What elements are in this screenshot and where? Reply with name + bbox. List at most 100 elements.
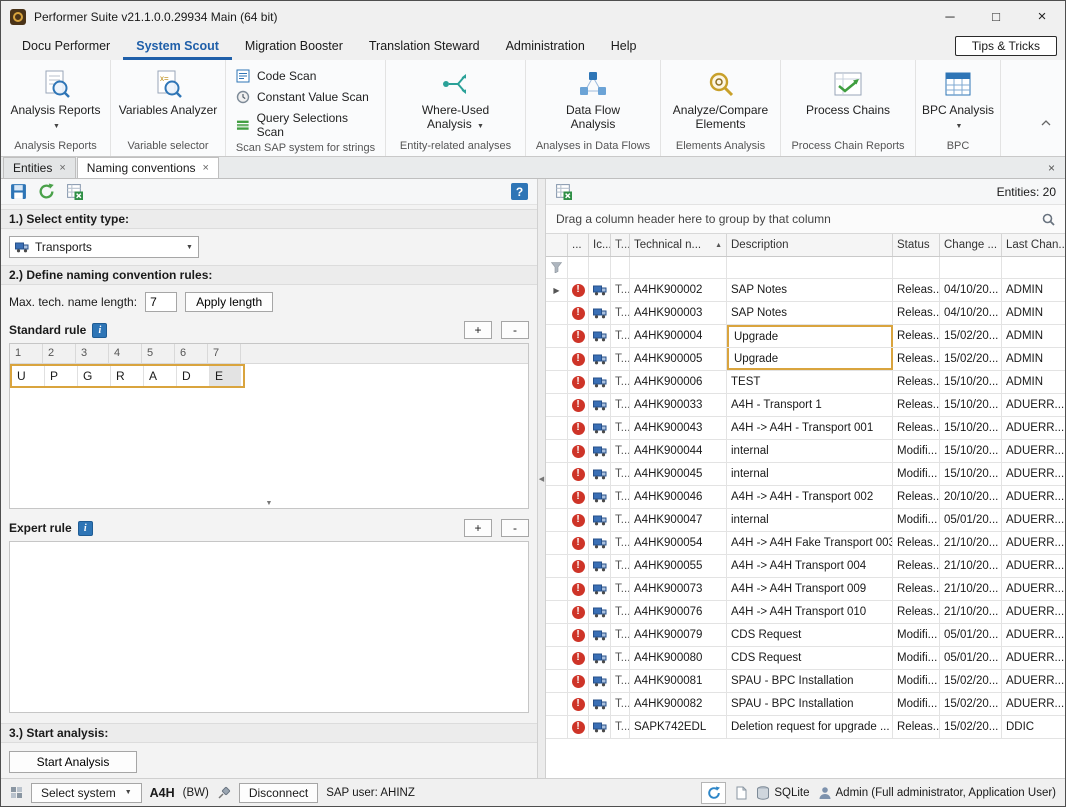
tab-close-icon[interactable]: × (59, 163, 65, 174)
table-row[interactable]: ▶ ! T... A4HK900044 internal Modifi... 1… (546, 440, 1065, 463)
where-used-analysis-button[interactable]: Where-Used Analysis ▼ (406, 65, 506, 134)
tab-translation-steward[interactable]: Translation Steward (356, 34, 493, 60)
table-row[interactable]: ▶ ! T... A4HK900047 internal Modifi... 0… (546, 509, 1065, 532)
remove-expert-rule-button[interactable]: - (501, 519, 529, 537)
analyze-compare-elements-button[interactable]: Analyze/Compare Elements (671, 65, 771, 131)
table-row[interactable]: ▶ ! T... A4HK900079 CDS Request Modifi..… (546, 624, 1065, 647)
table-row[interactable]: ▶ ! T... A4HK900055 A4H -> A4H Transport… (546, 555, 1065, 578)
table-row[interactable]: ▶ ! T... A4HK900073 A4H -> A4H Transport… (546, 578, 1065, 601)
column-header-last-changed[interactable]: Last Chan... (1002, 234, 1065, 256)
minimize-button[interactable]: ─ (927, 1, 973, 32)
remove-rule-button[interactable]: - (501, 321, 529, 339)
start-analysis-button[interactable]: Start Analysis (9, 751, 137, 773)
table-row[interactable]: ▶ ! T... A4HK900006 TEST Releas... 15/10… (546, 371, 1065, 394)
table-row[interactable]: ▶ ! T... A4HK900045 internal Modifi... 1… (546, 463, 1065, 486)
rule-column-header[interactable]: 6 (175, 344, 208, 363)
table-row[interactable]: ▶ ! T... A4HK900005 Upgrade Releas... 15… (546, 348, 1065, 371)
rule-cell[interactable]: G (78, 366, 111, 386)
rule-column-header[interactable]: 7 (208, 344, 241, 363)
disconnect-button[interactable]: Disconnect (239, 783, 318, 803)
column-header-technical-name[interactable]: Technical n... ▲ (630, 234, 727, 256)
doc-tab-entities[interactable]: Entities × (3, 157, 76, 178)
rule-cell[interactable]: D (177, 366, 210, 386)
column-header-description[interactable]: Description (727, 234, 893, 256)
ribbon-collapse-button[interactable] (1041, 120, 1051, 126)
rule-column-header[interactable]: 1 (10, 344, 43, 363)
code-scan-button[interactable]: Code Scan (236, 69, 375, 83)
query-selections-scan-button[interactable]: Query Selections Scan (236, 111, 375, 139)
column-header-warning[interactable]: ... (568, 234, 589, 256)
tab-administration[interactable]: Administration (493, 34, 598, 60)
log-page-icon[interactable] (734, 786, 748, 800)
table-row[interactable]: ▶ ! T... A4HK900081 SPAU - BPC Installat… (546, 670, 1065, 693)
info-icon[interactable]: i (92, 323, 107, 338)
add-expert-rule-button[interactable]: + (464, 519, 492, 537)
tab-docu-performer[interactable]: Docu Performer (9, 34, 123, 60)
column-header-status[interactable]: Status (893, 234, 940, 256)
add-rule-button[interactable]: + (464, 321, 492, 339)
rule-column-header[interactable]: 3 (76, 344, 109, 363)
rule-cell[interactable]: E (210, 366, 241, 386)
filter-funnel-icon[interactable] (551, 262, 562, 273)
column-header-icon[interactable]: Ic... (589, 234, 611, 256)
export-excel-button[interactable] (555, 183, 572, 200)
table-row[interactable]: ▶ ! T... A4HK900043 A4H -> A4H - Transpo… (546, 417, 1065, 440)
tab-help[interactable]: Help (598, 34, 650, 60)
rule-column-header[interactable]: 5 (142, 344, 175, 363)
data-flow-analysis-button[interactable]: Data Flow Analysis (543, 65, 643, 131)
entity-type-dropdown[interactable]: Transports ▼ (9, 236, 199, 258)
search-icon[interactable] (1042, 213, 1055, 226)
analysis-reports-button[interactable]: Analysis Reports ▼ (6, 65, 106, 134)
bpc-analysis-button[interactable]: BPC Analysis ▼ (916, 65, 1000, 134)
table-row[interactable]: ▶ ! T... A4HK900046 A4H -> A4H - Transpo… (546, 486, 1065, 509)
rule-cell[interactable]: P (45, 366, 78, 386)
rule-cell[interactable]: R (111, 366, 144, 386)
rule-column-header[interactable]: 2 (43, 344, 76, 363)
warning-icon: ! (572, 652, 585, 665)
tabstrip-close-icon[interactable]: × (1048, 162, 1055, 174)
doc-tab-naming-conventions[interactable]: Naming conventions × (77, 157, 219, 178)
tab-system-scout[interactable]: System Scout (123, 34, 232, 60)
variables-analyzer-button[interactable]: Variables Analyzer (119, 65, 218, 117)
tab-migration-booster[interactable]: Migration Booster (232, 34, 356, 60)
save-button[interactable] (10, 183, 27, 200)
table-row[interactable]: ▶ ! T... A4HK900004 Upgrade Releas... 15… (546, 325, 1065, 348)
close-button[interactable]: × (1019, 1, 1065, 32)
select-system-button[interactable]: Select system ▼ (31, 783, 142, 803)
process-chains-button[interactable]: Process Chains (806, 65, 890, 117)
chevron-down-icon[interactable]: ▼ (181, 237, 198, 257)
warning-icon: ! (572, 721, 585, 734)
refresh-button[interactable] (38, 183, 55, 200)
table-row[interactable]: ▶ ! T... A4HK900003 SAP Notes Releas... … (546, 302, 1065, 325)
table-row[interactable]: ▶ ! T... A4HK900080 CDS Request Modifi..… (546, 647, 1065, 670)
info-icon[interactable]: i (78, 521, 93, 536)
apply-length-button[interactable]: Apply length (185, 292, 273, 312)
group-by-panel[interactable]: Drag a column header here to group by th… (546, 205, 1065, 234)
column-header-change-date[interactable]: Change ... (940, 234, 1002, 256)
table-row[interactable]: ▶ ! T... A4HK900002 SAP Notes Releas... … (546, 279, 1065, 302)
sync-button[interactable] (701, 782, 726, 804)
table-row[interactable]: ▶ ! T... SAPK742EDL Deletion request for… (546, 716, 1065, 739)
rule-cell[interactable]: A (144, 366, 177, 386)
help-button[interactable]: ? (511, 183, 528, 200)
column-header-type[interactable]: T... (611, 234, 630, 256)
max-length-input[interactable] (145, 292, 177, 312)
maximize-button[interactable]: □ (973, 1, 1019, 32)
grid-filter-row[interactable] (546, 257, 1065, 279)
cell-type: T... (611, 601, 630, 623)
expander-icon[interactable]: ▼ (266, 500, 273, 507)
panel-splitter[interactable]: ◀ (538, 179, 546, 778)
splitter-collapse-icon[interactable]: ◀ (539, 475, 544, 483)
tips-and-tricks-button[interactable]: Tips & Tricks (955, 36, 1057, 56)
expert-rule-grid[interactable] (9, 541, 529, 713)
rule-column-header[interactable]: 4 (109, 344, 142, 363)
export-excel-button[interactable] (66, 183, 83, 200)
table-row[interactable]: ▶ ! T... A4HK900082 SPAU - BPC Installat… (546, 693, 1065, 716)
variables-analyzer-icon (153, 67, 183, 100)
table-row[interactable]: ▶ ! T... A4HK900076 A4H -> A4H Transport… (546, 601, 1065, 624)
constant-value-scan-button[interactable]: Constant Value Scan (236, 90, 375, 104)
tab-close-icon[interactable]: × (203, 163, 209, 174)
table-row[interactable]: ▶ ! T... A4HK900054 A4H -> A4H Fake Tran… (546, 532, 1065, 555)
rule-cell[interactable]: U (12, 366, 45, 386)
table-row[interactable]: ▶ ! T... A4HK900033 A4H - Transport 1 Re… (546, 394, 1065, 417)
